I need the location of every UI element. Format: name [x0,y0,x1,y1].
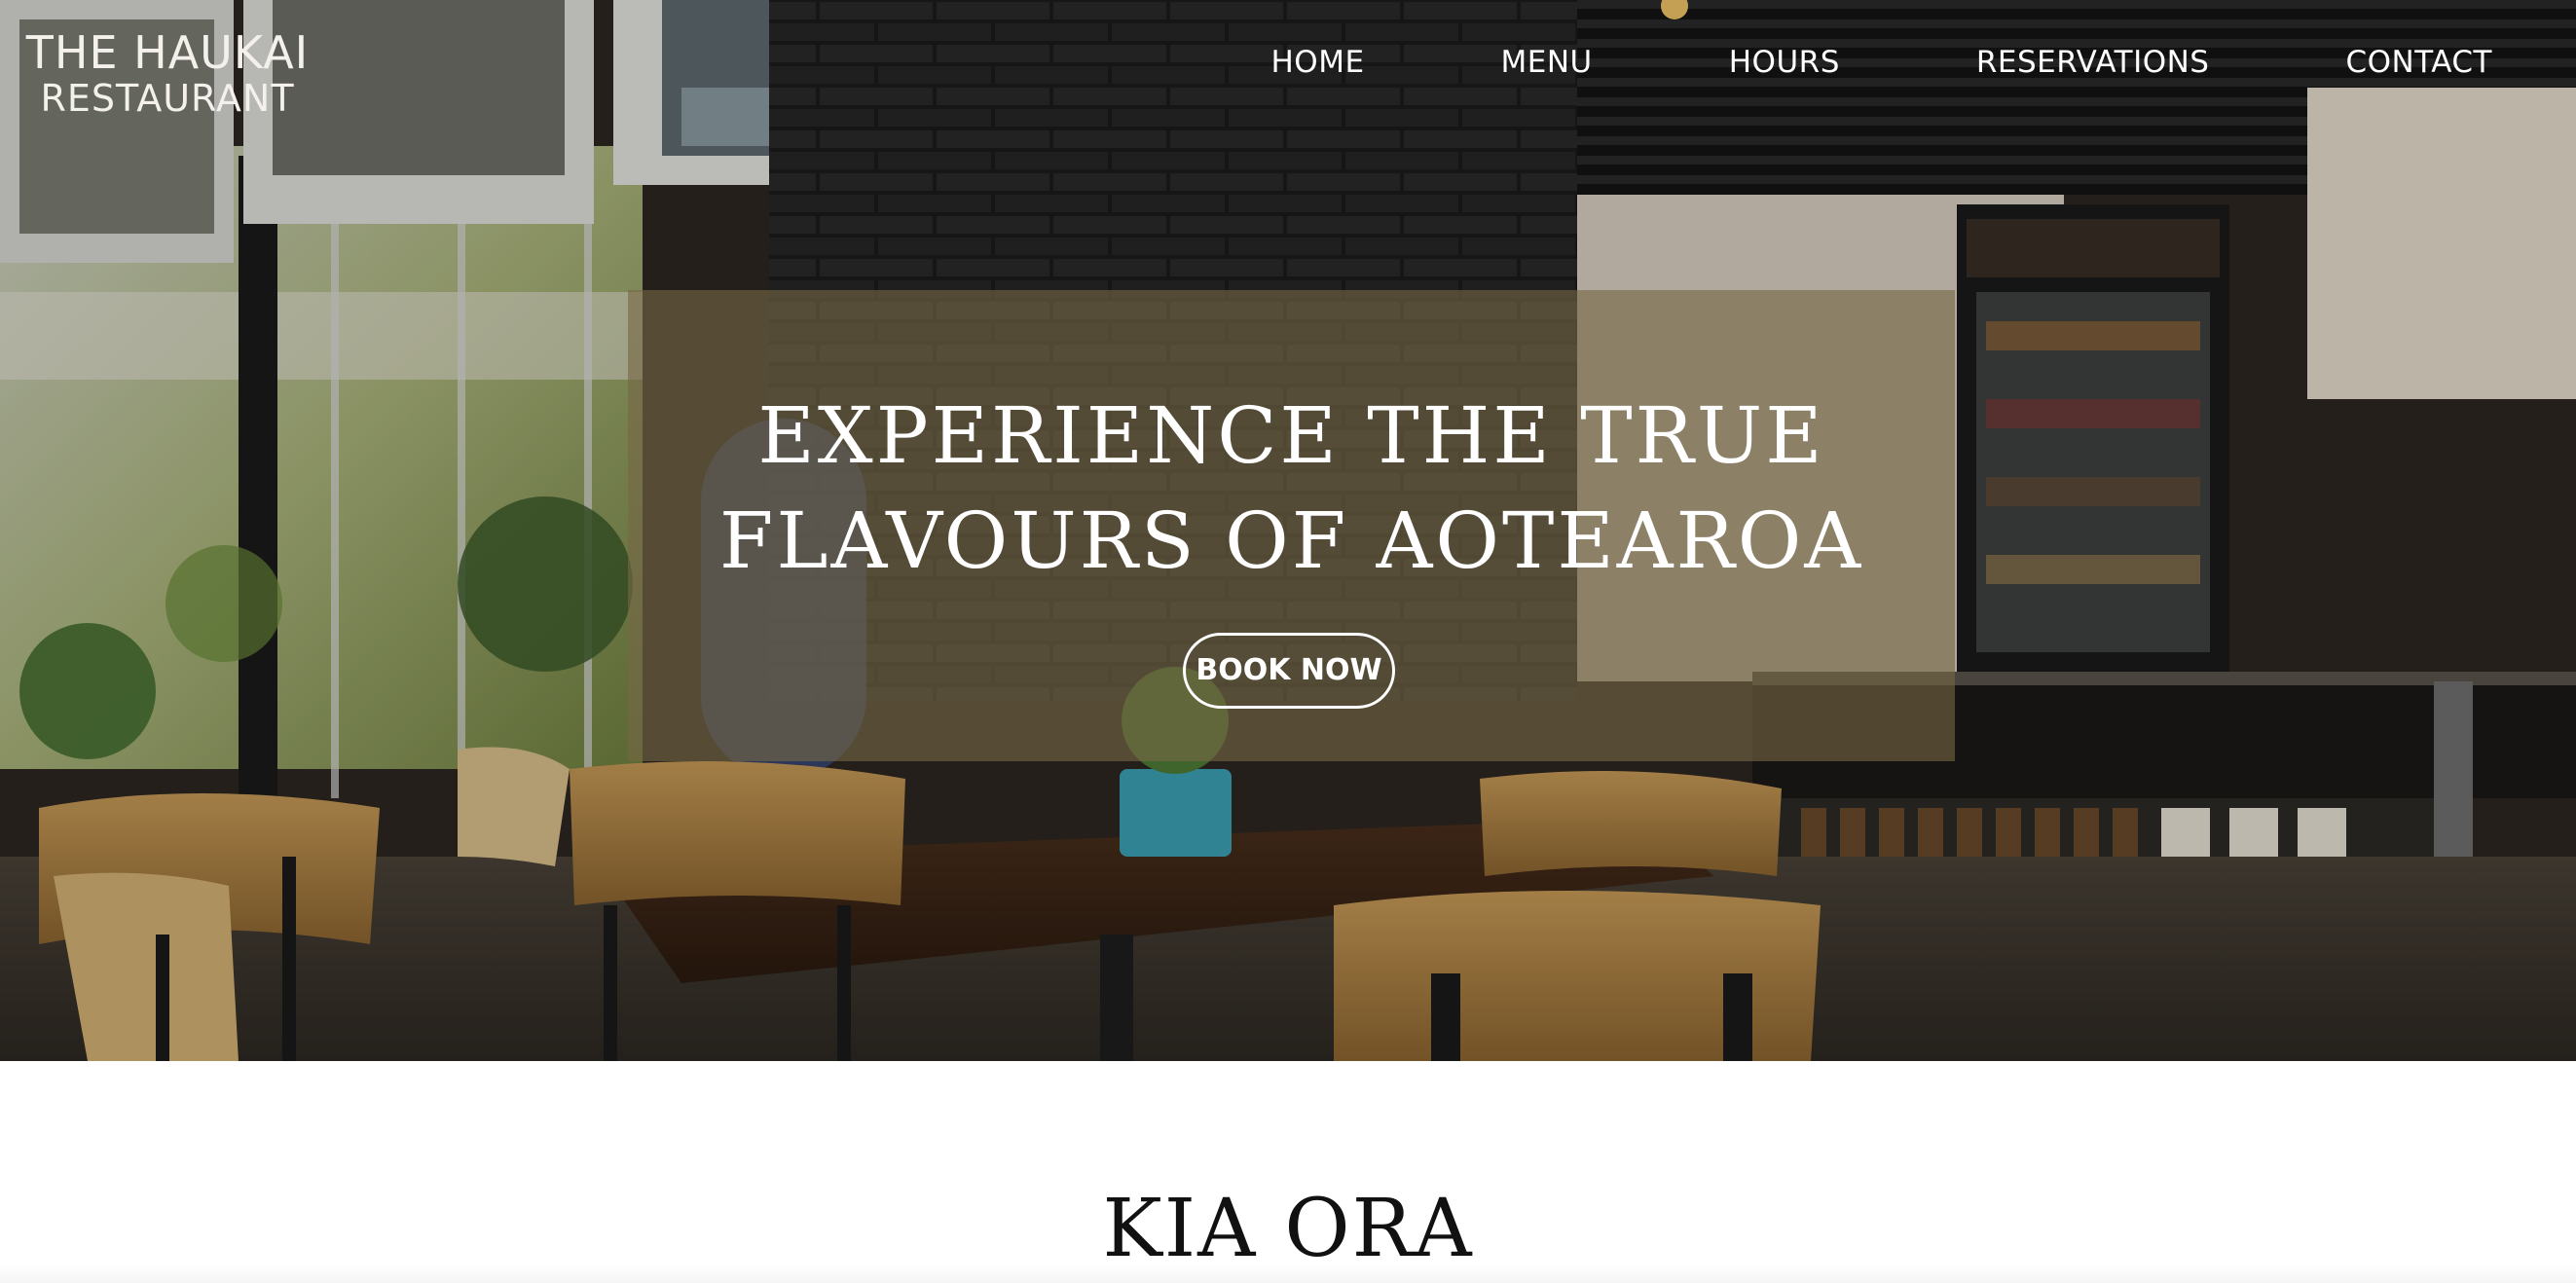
bottom-divider [0,1264,2576,1283]
book-now-button[interactable]: BOOK NOW [1183,633,1395,709]
hero-headline-line2: FLAVOURS OF AOTEAROA [718,495,1864,586]
logo-subtitle: RESTAURANT [40,77,295,121]
nav-menu[interactable]: MENU [1501,45,1593,80]
hero-panel: EXPERIENCE THE TRUE FLAVOURS OF AOTEAROA… [628,290,1955,761]
hero-headline-line1: EXPERIENCE THE TRUE [757,390,1825,481]
nav-contact[interactable]: CONTACT [2345,45,2492,80]
restaurant-logo[interactable]: THE HAUKAI RESTAURANT [23,29,312,119]
logo-name: THE HAUKAI [25,26,310,79]
section-title-kia-ora: KIA ORA [1102,1183,1474,1275]
hero-section: THE HAUKAI RESTAURANT HOME MENU HOURS RE… [0,0,2576,1061]
nav-home[interactable]: HOME [1270,45,1364,80]
main-navigation: HOME MENU HOURS RESERVATIONS CONTACT [1270,45,2492,80]
hero-headline: EXPERIENCE THE TRUE FLAVOURS OF AOTEAROA [628,384,1955,594]
nav-hours[interactable]: HOURS [1729,45,1840,80]
page: THE HAUKAI RESTAURANT HOME MENU HOURS RE… [0,0,2576,1283]
nav-reservations[interactable]: RESERVATIONS [1976,45,2210,80]
